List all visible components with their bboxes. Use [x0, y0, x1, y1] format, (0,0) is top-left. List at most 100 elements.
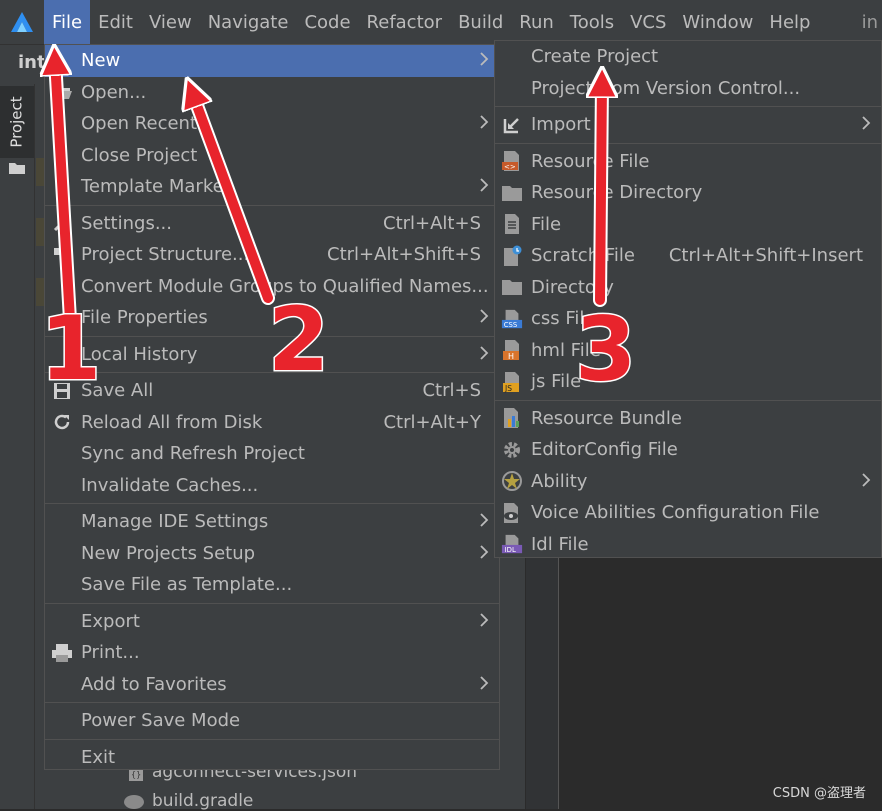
menu-edit[interactable]: Edit: [90, 0, 141, 44]
menu-item-label: Scratch File: [531, 245, 635, 267]
menu-item-label: Add to Favorites: [81, 673, 227, 695]
menu-item-label: Ability: [531, 470, 588, 492]
chevron-right-icon: [479, 674, 489, 695]
file-menu-close-project[interactable]: Close Project: [45, 140, 499, 172]
menu-code[interactable]: Code: [296, 0, 358, 44]
file-menu-export[interactable]: Export: [45, 606, 499, 638]
file-menu-new-projects-setup[interactable]: New Projects Setup: [45, 538, 499, 570]
file-menu-template-market[interactable]: Template Market: [45, 171, 499, 203]
svg-text:H: H: [508, 352, 514, 361]
chevron-right-icon: [479, 307, 489, 328]
menu-item-label: Template Market: [81, 176, 231, 198]
new-menu-hml-file[interactable]: Hhml File: [495, 335, 881, 367]
svg-text:IDL: IDL: [505, 547, 516, 555]
new-menu-project-from-version-control[interactable]: Project from Version Control...: [495, 73, 881, 105]
menu-item-label: Open...: [81, 81, 147, 103]
resource-file-icon: <>: [501, 150, 523, 172]
new-menu-idl-file[interactable]: IDL Idl File: [495, 529, 881, 561]
menu-help[interactable]: Help: [761, 0, 818, 44]
hml-file-icon: H: [501, 339, 523, 361]
menu-run[interactable]: Run: [511, 0, 562, 44]
new-menu-resource-bundle[interactable]: Resource Bundle: [495, 403, 881, 435]
new-menu-resource-file[interactable]: <> Resource File: [495, 146, 881, 178]
new-menu-file[interactable]: File: [495, 209, 881, 241]
menu-item-label: Print...: [81, 642, 140, 664]
menu-item-label: New Projects Setup: [81, 542, 256, 564]
new-menu-scratch-file[interactable]: Scratch File Ctrl+Alt+Shift+Insert: [495, 240, 881, 272]
menu-item-label: Close Project: [81, 144, 198, 166]
menu-tools[interactable]: Tools: [562, 0, 622, 44]
menu-item-label: Sync and Refresh Project: [81, 443, 305, 465]
file-menu-save-file-as-template[interactable]: Save File as Template...: [45, 569, 499, 601]
folder-icon: [9, 163, 25, 174]
app-logo-icon[interactable]: [0, 0, 44, 44]
css-file-icon: CSS: [501, 308, 523, 330]
menu-item-label: Voice Abilities Configuration File: [531, 502, 820, 524]
new-menu-js-file[interactable]: JS js File: [495, 366, 881, 398]
file-menu-exit[interactable]: Exit: [45, 742, 499, 774]
file-menu-project-structure[interactable]: Project Structure... Ctrl+Alt+Shift+S: [45, 239, 499, 271]
menu-separator: [495, 106, 881, 107]
file-menu-new[interactable]: New: [45, 45, 499, 77]
watermark: CSDN @盗理者: [772, 786, 866, 801]
file-menu-manage-ide-settings[interactable]: Manage IDE Settings: [45, 506, 499, 538]
menu-navigate[interactable]: Navigate: [200, 0, 297, 44]
menu-view[interactable]: View: [141, 0, 200, 44]
menu-shortcut: Ctrl+S: [422, 380, 481, 402]
menu-shortcut: Ctrl+Alt+Shift+Insert: [668, 245, 863, 267]
svg-text:CSS: CSS: [504, 321, 518, 329]
file-menu-add-to-favorites[interactable]: Add to Favorites: [45, 669, 499, 701]
menu-item-label: Project Structure...: [81, 244, 250, 266]
new-menu-directory[interactable]: Directory: [495, 272, 881, 304]
project-structure-icon: [51, 244, 73, 266]
file-menu-invalidate-caches[interactable]: Invalidate Caches...: [45, 470, 499, 502]
new-menu-import[interactable]: Import: [495, 109, 881, 141]
menu-item-label: Directory: [531, 276, 614, 298]
idl-file-icon: IDL: [501, 533, 523, 555]
file-menu-settings[interactable]: Settings... Ctrl+Alt+S: [45, 208, 499, 240]
menu-separator: [495, 142, 881, 144]
new-menu-ability[interactable]: Ability: [495, 466, 881, 498]
new-menu-resource-directory[interactable]: Resource Directory: [495, 177, 881, 209]
svg-text:JS: JS: [504, 384, 512, 393]
scratch-file-icon: [501, 245, 523, 267]
chevron-right-icon: [479, 511, 489, 532]
gear-icon: [501, 439, 523, 461]
new-menu-voice-abilities-configuration-file[interactable]: Voice Abilities Configuration File: [495, 497, 881, 529]
menu-item-label: Power Save Mode: [81, 710, 241, 732]
menu-window[interactable]: Window: [674, 0, 761, 44]
import-icon: [501, 114, 523, 136]
file-menu-power-save-mode[interactable]: Power Save Mode: [45, 705, 499, 737]
menu-refactor[interactable]: Refactor: [359, 0, 451, 44]
menu-separator: [45, 503, 499, 504]
project-tab-title[interactable]: int: [18, 52, 46, 73]
menu-item-label: Idl File: [531, 533, 589, 555]
menu-build[interactable]: Build: [450, 0, 511, 44]
chevron-right-icon: [861, 471, 871, 492]
new-menu-css-file[interactable]: CSS css File: [495, 303, 881, 335]
file-menu-sync-and-refresh-project[interactable]: Sync and Refresh Project: [45, 438, 499, 470]
menu-item-label: File: [531, 213, 562, 235]
menu-item-label: Save File as Template...: [81, 574, 293, 596]
chevron-right-icon: [479, 344, 489, 365]
file-menu-reload-all-from-disk[interactable]: Reload All from Disk Ctrl+Alt+Y: [45, 407, 499, 439]
menu-vcs[interactable]: VCS: [622, 0, 674, 44]
file-menu-open-recent[interactable]: Open Recent: [45, 108, 499, 140]
annotation-number: 3: [573, 298, 637, 401]
new-menu-editorconfig-file[interactable]: EditorConfig File: [495, 434, 881, 466]
file-menu-open[interactable]: Open...: [45, 77, 499, 109]
project-tool-button[interactable]: Project: [0, 86, 34, 158]
menu-item-label: Export: [81, 610, 140, 632]
menu-file[interactable]: File: [44, 0, 91, 44]
chevron-right-icon: [479, 113, 489, 134]
menu-shortcut: Ctrl+Alt+S: [383, 212, 481, 234]
tree-item[interactable]: build.gradle: [122, 791, 253, 811]
file-menu-print[interactable]: Print...: [45, 637, 499, 669]
menu-item-label: Project from Version Control...: [531, 77, 801, 99]
new-menu-create-project[interactable]: Create Project: [495, 41, 881, 73]
menubar: File Edit View Navigate Code Refactor Build Run…: [0, 0, 882, 44]
folder-icon: [501, 182, 523, 204]
menu-item-label: Invalidate Caches...: [81, 474, 259, 496]
reload-icon: [51, 411, 73, 433]
menu-item-label: Settings...: [81, 212, 172, 234]
